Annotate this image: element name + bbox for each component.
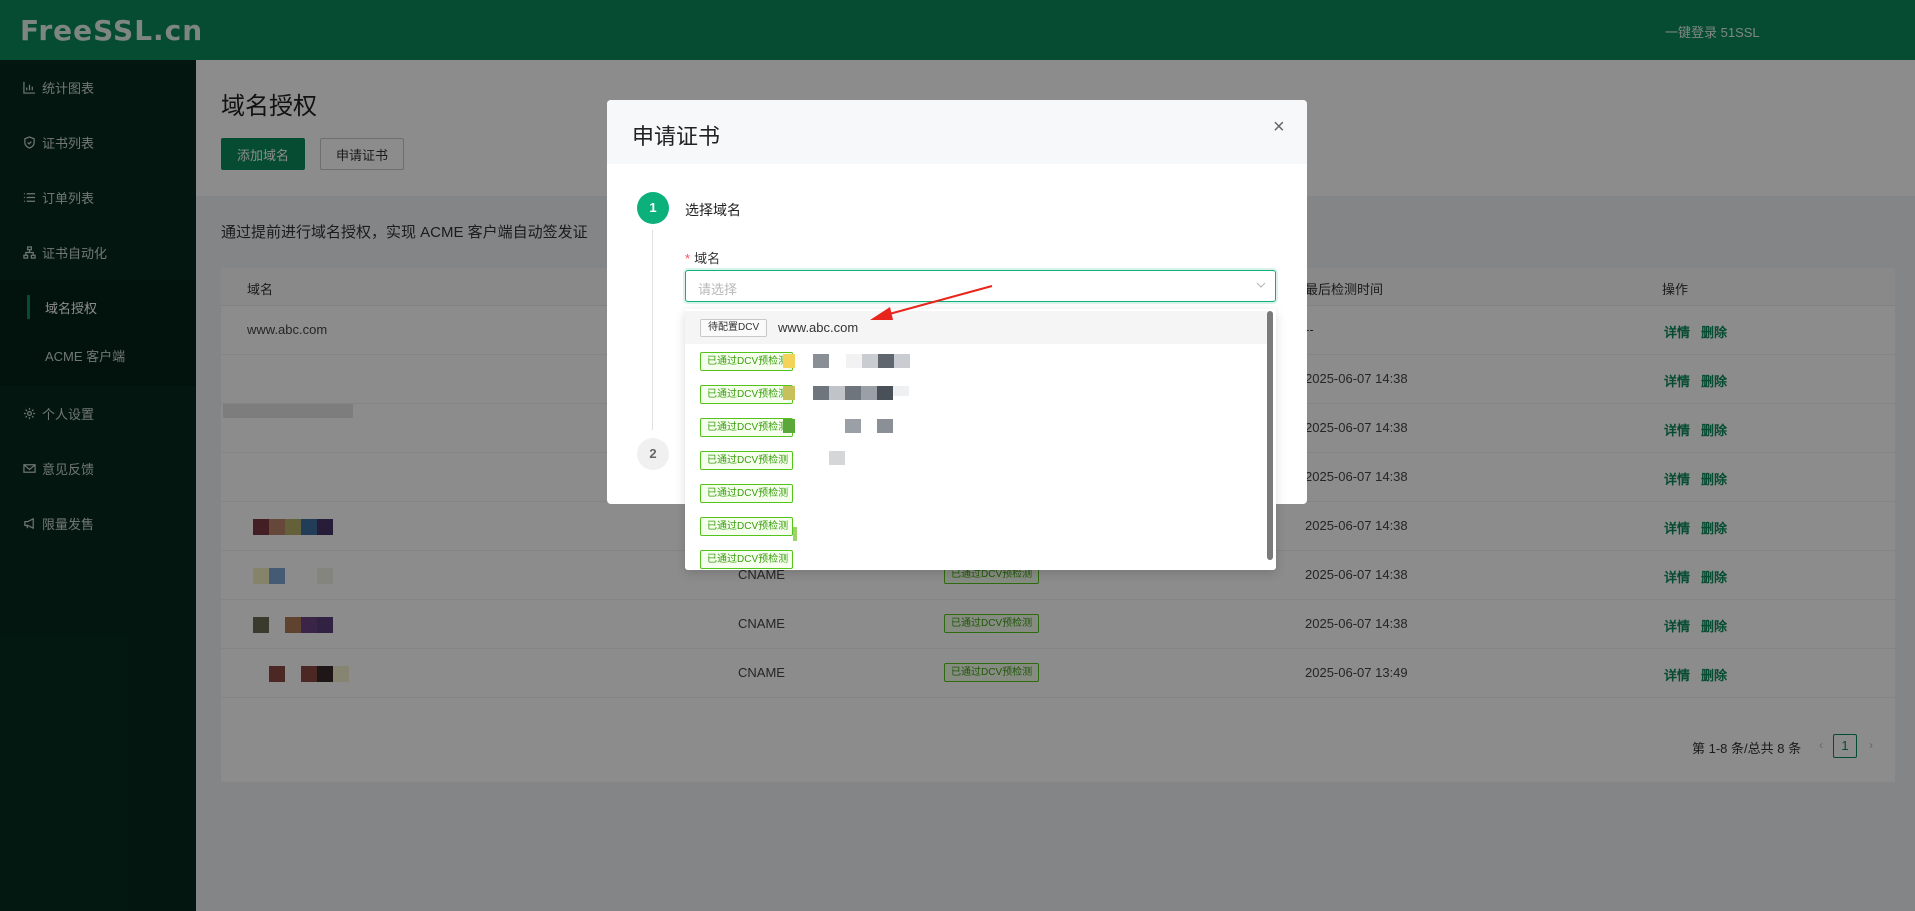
redacted-domain (878, 354, 894, 368)
dropdown-option[interactable]: 已通过DCV预检测 (685, 344, 1268, 377)
redacted-domain (861, 386, 877, 400)
redacted-domain (845, 419, 861, 433)
arrow-annotation-icon (870, 285, 993, 320)
redacted-domain (894, 354, 910, 368)
dcv-passed-tag: 已通过DCV预检测 (700, 550, 793, 569)
redacted-domain (829, 386, 845, 400)
redacted-domain (845, 386, 861, 400)
dropdown-option[interactable]: 已通过DCV预检测 (685, 542, 1268, 570)
step-connector (652, 230, 653, 430)
redacted-domain (783, 386, 795, 400)
dcv-passed-tag: 已通过DCV预检测 (700, 451, 793, 470)
dcv-passed-tag: 已通过DCV预检测 (700, 418, 793, 437)
dropdown-scrollbar[interactable] (1267, 311, 1273, 560)
redacted-domain (862, 354, 878, 368)
dcv-passed-tag: 已通过DCV预检测 (700, 517, 793, 536)
redacted-domain (813, 386, 829, 400)
step-1-title: 选择域名 (685, 202, 741, 218)
modal-header: 申请证书 × (607, 100, 1307, 164)
redacted-domain (783, 419, 795, 433)
dropdown-option[interactable]: 已通过DCV预检测 (685, 509, 1268, 542)
domain-label-text: 域名 (694, 251, 721, 266)
dcv-passed-tag: 已通过DCV预检测 (700, 484, 793, 503)
option-domain: www.abc.com (778, 320, 859, 335)
redacted-domain (877, 419, 893, 433)
redacted-domain (793, 527, 797, 541)
redacted-domain (893, 386, 909, 396)
modal-title: 申请证书 (632, 124, 721, 149)
chevron-down-icon (1256, 282, 1266, 288)
redacted-domain (877, 386, 893, 400)
redacted-domain (783, 354, 795, 368)
dropdown-option[interactable]: 已通过DCV预检测 (685, 443, 1268, 476)
select-placeholder: 请选择 (698, 282, 738, 297)
redacted-domain (813, 354, 829, 368)
dropdown-option[interactable]: 已通过DCV预检测 (685, 476, 1268, 509)
dropdown-option[interactable]: 已通过DCV预检测 (685, 377, 1268, 410)
close-icon[interactable]: × (1273, 116, 1285, 139)
dcv-pending-tag: 待配置DCV (700, 319, 768, 337)
dropdown-option[interactable]: 已通过DCV预检测 (685, 410, 1268, 443)
required-mark: * (685, 251, 691, 266)
dcv-passed-tag: 已通过DCV预检测 (700, 352, 793, 371)
domain-field-label: * 域名 (685, 248, 720, 267)
step-2-circle: 2 (637, 438, 669, 470)
redacted-domain (829, 451, 845, 465)
dcv-passed-tag: 已通过DCV预检测 (700, 385, 793, 404)
redacted-domain (846, 354, 862, 368)
domain-dropdown: 待配置DCV www.abc.com 已通过DCV预检测 已通过DCV预检测 已… (685, 309, 1276, 570)
step-1-circle: 1 (637, 192, 669, 224)
